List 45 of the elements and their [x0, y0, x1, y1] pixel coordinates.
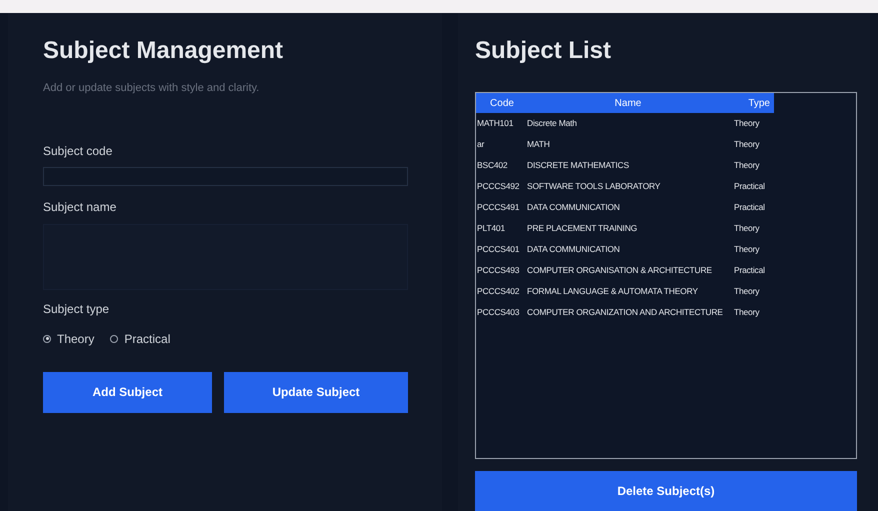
field-label: Subject code — [43, 142, 114, 160]
table-cell: Theory — [734, 243, 760, 256]
table-cell: Practical — [734, 264, 765, 277]
table-cell-text: DATA COMMUNICATION — [527, 243, 621, 256]
radio-option[interactable]: Practical — [110, 330, 170, 348]
table-cell: Theory — [734, 138, 760, 151]
table-cell-text: SOFTWARE TOOLS LABORATORY — [527, 180, 662, 193]
table-cell-text: PCCCS403 — [476, 306, 520, 319]
table-cell-text: ar — [476, 138, 486, 151]
table-cell: Theory — [734, 222, 760, 235]
table-cell-text: DISCRETE MATHEMATICS — [527, 159, 630, 172]
table-cell-text: PCCCS402 — [476, 285, 520, 298]
action-button[interactable]: Add Subject — [43, 372, 212, 412]
table-cell: Theory — [734, 285, 760, 298]
table-cell-text: COMPUTER ORGANISATION & ARCHITECTURE — [527, 264, 713, 277]
table-cell-text: PCCCS493 — [476, 264, 520, 277]
list-title: Subject List — [475, 36, 612, 66]
table-cell-text: MATH — [527, 138, 551, 151]
radio-option[interactable]: Theory — [43, 330, 94, 348]
table-cell-text: PCCCS492 — [476, 180, 520, 193]
column-header[interactable]: Type — [728, 96, 774, 110]
table-cell-text: FORMAL LANGUAGE & AUTOMATA THEORY — [527, 285, 699, 298]
table-cell-text: DATA COMMUNICATION — [527, 201, 621, 214]
table-cell: Theory — [734, 306, 760, 319]
table-cell-text: MATH101 — [476, 117, 514, 130]
table-cell: Theory — [734, 117, 760, 130]
delete-button[interactable]: Delete Subject(s) — [475, 471, 857, 511]
table-cell-text: COMPUTER ORGANIZATION AND ARCHITECTURE — [527, 306, 724, 319]
table-cell-text: PLT401 — [476, 222, 506, 235]
column-header[interactable]: Name — [528, 96, 728, 110]
table-cell-text: BSC402 — [476, 159, 508, 172]
table-cell: Theory — [734, 159, 760, 172]
column-header[interactable]: Code — [476, 96, 528, 110]
table-cell-text: Discrete Math — [527, 117, 578, 130]
field-label: Subject name — [43, 198, 118, 216]
form-subtitle: Add or update subjects with style and clarity. — [43, 81, 260, 96]
table-cell-text: PCCCS401 — [476, 243, 520, 256]
subject-code-field[interactable] — [43, 166, 408, 186]
action-button[interactable]: Update Subject — [224, 372, 408, 412]
table-cell: Practical — [734, 201, 765, 214]
table-cell-text: PCCCS491 — [476, 201, 520, 214]
field-label: Subject type — [43, 300, 110, 318]
table-cell: Practical — [734, 180, 765, 193]
form-title: Subject Management — [43, 36, 284, 66]
table-cell-text: PRE PLACEMENT TRAINING — [527, 222, 638, 235]
